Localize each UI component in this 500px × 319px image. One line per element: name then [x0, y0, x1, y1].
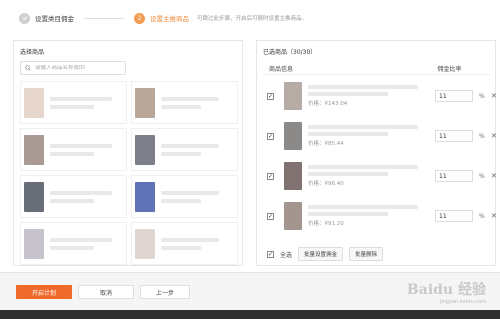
previous-step-button[interactable]: 上一步	[140, 285, 190, 299]
goods-image	[135, 181, 155, 212]
batch-actions: ✓ 全选 批量设置佣金 批量删除	[263, 247, 491, 261]
percent-unit: %	[479, 172, 485, 180]
goods-image	[284, 122, 302, 150]
goods-card[interactable]	[131, 81, 238, 124]
goods-image	[24, 87, 44, 118]
goods-card[interactable]	[131, 222, 238, 265]
percent-unit: %	[479, 92, 485, 100]
goods-image	[135, 134, 155, 165]
goods-image	[284, 202, 302, 230]
selected-goods-title: 已选商品（30/30）	[263, 49, 317, 56]
commission-rate-input[interactable]: 11	[435, 90, 473, 102]
goods-image	[284, 82, 302, 110]
commission-rate-input[interactable]: 11	[435, 170, 473, 182]
goods-card[interactable]	[20, 128, 127, 171]
goods-image	[24, 181, 44, 212]
goods-price: 价格：¥143.04	[308, 101, 348, 107]
goods-image	[24, 228, 44, 259]
goods-image	[135, 87, 155, 118]
goods-card[interactable]	[20, 81, 127, 124]
step-divider	[84, 17, 124, 19]
bottom-strip	[0, 310, 500, 319]
goods-image	[284, 162, 302, 190]
row-checkbox[interactable]: ✓	[267, 92, 274, 100]
goods-price: 价格：¥85.44	[308, 141, 344, 147]
commission-rate-input[interactable]: 11	[435, 210, 473, 222]
step-indicator: 设置类目佣金 2 设置主推商品 可跳过此步骤，开启后可随时设置主推商品。	[0, 0, 500, 36]
col-goods-info: 商品信息	[269, 66, 294, 73]
step-1: 设置类目佣金	[19, 12, 74, 24]
remove-icon[interactable]: ✕	[491, 212, 497, 220]
goods-search-box[interactable]	[20, 61, 126, 75]
goods-select-panel: 选择商品	[13, 40, 243, 266]
selected-goods-row: ✓ 价格：¥85.44 11 % ✕	[263, 119, 497, 153]
percent-unit: %	[479, 212, 485, 220]
goods-card[interactable]	[131, 175, 238, 218]
remove-icon[interactable]: ✕	[491, 132, 497, 140]
goods-grid	[20, 81, 238, 265]
step-2-hint: 可跳过此步骤，开启后可随时设置主推商品。	[197, 16, 308, 22]
select-all-label: 全选	[280, 251, 293, 259]
goods-card[interactable]	[131, 128, 238, 171]
watermark-brand: Baidu 经验	[406, 282, 486, 298]
selected-goods-row: ✓ 价格：¥96.40 11 % ✕	[263, 159, 497, 193]
goods-price: 价格：¥96.40	[308, 181, 344, 187]
search-icon	[25, 65, 31, 71]
goods-image	[24, 134, 44, 165]
remove-icon[interactable]: ✕	[491, 172, 497, 180]
goods-card[interactable]	[20, 175, 127, 218]
step-2-label: 设置主推商品	[150, 15, 189, 23]
commission-rate-input[interactable]: 11	[435, 130, 473, 142]
goods-select-title: 选择商品	[20, 49, 45, 56]
step-2: 2 设置主推商品 可跳过此步骤，开启后可随时设置主推商品。	[134, 12, 308, 24]
batch-delete-button[interactable]: 批量删除	[349, 247, 384, 261]
cancel-button[interactable]: 取消	[78, 285, 134, 299]
step-2-number: 2	[134, 12, 145, 24]
percent-unit: %	[479, 132, 485, 140]
selected-goods-panel: 已选商品（30/30） 商品信息 佣金比率 ✓ 价格：¥143.04 11 % …	[256, 40, 497, 266]
goods-card[interactable]	[20, 222, 127, 265]
step-1-label: 设置类目佣金	[35, 15, 74, 23]
check-icon	[19, 12, 30, 24]
goods-price: 价格：¥91.20	[308, 221, 344, 227]
row-checkbox[interactable]: ✓	[267, 212, 274, 220]
select-all-checkbox[interactable]: ✓	[267, 250, 274, 258]
watermark-sub: jingyan.baidu.com	[439, 299, 486, 305]
batch-set-commission-button[interactable]: 批量设置佣金	[298, 247, 344, 261]
baidu-watermark: Baidu 经验 jingyan.baidu.com	[407, 279, 486, 305]
row-checkbox[interactable]: ✓	[267, 172, 274, 180]
goods-image	[135, 228, 155, 259]
goods-search-input[interactable]	[35, 65, 125, 71]
col-commission-rate: 佣金比率	[437, 66, 462, 73]
start-plan-button[interactable]: 开启计划	[16, 285, 72, 299]
remove-icon[interactable]: ✕	[491, 92, 497, 100]
row-checkbox[interactable]: ✓	[267, 132, 274, 140]
selected-goods-header: 商品信息 佣金比率	[263, 63, 491, 75]
selected-goods-row: ✓ 价格：¥143.04 11 % ✕	[263, 79, 497, 113]
selected-goods-row: ✓ 价格：¥91.20 11 % ✕	[263, 199, 497, 233]
